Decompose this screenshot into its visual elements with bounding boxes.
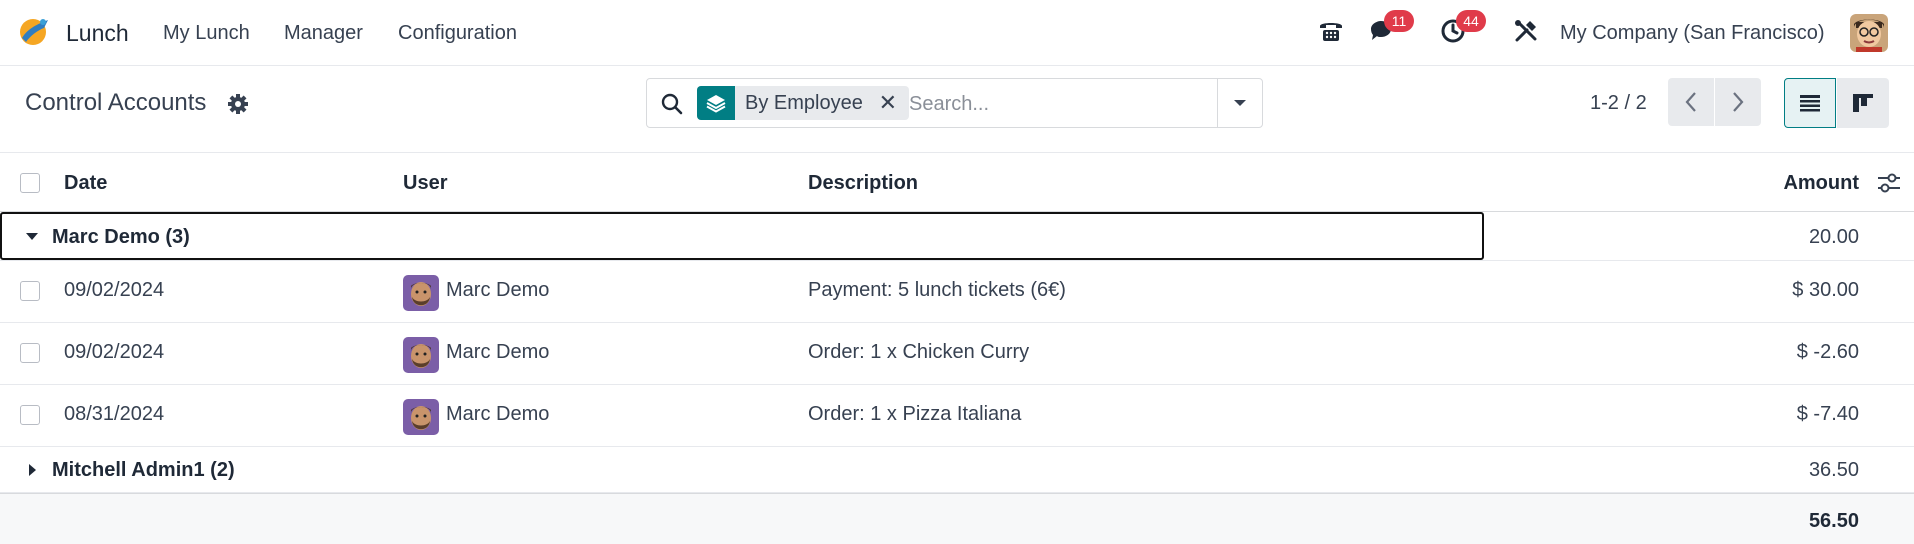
messages-badge: 11 <box>1384 10 1414 32</box>
group-total: 20.00 <box>1808 226 1859 248</box>
row-checkbox[interactable] <box>20 343 40 363</box>
chevron-left-icon <box>1685 92 1696 112</box>
group-label: Mitchell Admin1 (2) <box>52 459 235 481</box>
user-avatar <box>403 399 439 435</box>
menu-manager[interactable]: Manager <box>284 22 363 45</box>
app-name[interactable]: Lunch <box>66 20 129 47</box>
kanban-view-button[interactable] <box>1837 78 1889 128</box>
activities-badge: 44 <box>1456 10 1486 32</box>
cell-amount: $ -7.40 <box>1796 403 1859 425</box>
cell-date: 09/02/2024 <box>64 341 165 363</box>
gear-icon[interactable] <box>227 93 249 115</box>
table-row[interactable]: 08/31/2024 Marc Demo Order: 1 x Pizza It… <box>0 385 1914 447</box>
group-row-marc-demo[interactable]: Marc Demo (3) 20.00 <box>0 212 1914 261</box>
menu-configuration[interactable]: Configuration <box>398 22 517 45</box>
facet-label: By Employee <box>745 92 863 114</box>
kanban-view-icon <box>1853 94 1873 112</box>
table-row[interactable]: 09/02/2024 Marc Demo Payment: 5 lunch ti… <box>0 261 1914 323</box>
pager-next-button[interactable] <box>1715 78 1761 126</box>
cell-user: Marc Demo <box>446 279 550 301</box>
list-view-button[interactable] <box>1784 78 1836 128</box>
cell-date: 09/02/2024 <box>64 279 165 301</box>
cell-description: Order: 1 x Chicken Curry <box>808 341 1030 363</box>
search-bar: By Employee ✕ <box>646 78 1263 128</box>
group-label: Marc Demo (3) <box>52 226 190 248</box>
company-switcher[interactable]: My Company (San Francisco) <box>1560 22 1825 45</box>
pager-previous-button[interactable] <box>1668 78 1714 126</box>
cell-description: Payment: 5 lunch tickets (6€) <box>808 279 1066 301</box>
chevron-right-icon <box>1733 92 1744 112</box>
column-header-amount[interactable]: Amount <box>1783 172 1859 195</box>
list-header: Date User Description Amount <box>0 152 1914 212</box>
tools-icon[interactable] <box>1511 16 1541 46</box>
search-options-toggle[interactable] <box>1217 79 1262 127</box>
top-navbar: Lunch My Lunch Manager Configuration 11 … <box>0 0 1914 66</box>
caret-right-icon <box>29 464 36 476</box>
table-row[interactable]: 09/02/2024 Marc Demo Order: 1 x Chicken … <box>0 323 1914 385</box>
search-facet-group-by[interactable]: By Employee ✕ <box>697 86 909 120</box>
cell-user: Marc Demo <box>446 341 550 363</box>
clock-icon[interactable]: 44 <box>1438 10 1486 46</box>
column-header-date[interactable]: Date <box>64 172 107 195</box>
caret-down-icon <box>26 233 38 240</box>
cell-description: Order: 1 x Pizza Italiana <box>808 403 1022 425</box>
page-title: Control Accounts <box>25 89 207 116</box>
search-icon[interactable] <box>659 91 685 117</box>
list-footer: 56.50 <box>0 493 1914 544</box>
user-avatar <box>403 275 439 311</box>
optional-columns-toggle-icon[interactable] <box>1876 171 1902 195</box>
user-avatar <box>403 337 439 373</box>
close-icon[interactable]: ✕ <box>875 86 909 120</box>
column-header-description[interactable]: Description <box>808 172 918 195</box>
grand-total: 56.50 <box>1808 510 1859 532</box>
chat-icon[interactable]: 11 <box>1366 10 1414 46</box>
user-avatar[interactable] <box>1850 14 1888 52</box>
select-all-checkbox[interactable] <box>20 173 40 193</box>
search-input[interactable] <box>907 88 1211 120</box>
pager-value[interactable]: 1-2 / 2 <box>1590 92 1647 115</box>
cell-amount: $ 30.00 <box>1792 279 1859 301</box>
list-view-icon <box>1800 95 1820 112</box>
column-header-user[interactable]: User <box>403 172 447 195</box>
group-row-mitchell-admin[interactable]: Mitchell Admin1 (2) 36.50 <box>0 447 1914 493</box>
group-total: 36.50 <box>1808 459 1859 481</box>
layers-icon <box>697 86 735 120</box>
app-brand-icon[interactable] <box>16 14 50 48</box>
row-checkbox[interactable] <box>20 405 40 425</box>
cell-amount: $ -2.60 <box>1796 341 1859 363</box>
focus-outline <box>0 212 1484 260</box>
menu-my-lunch[interactable]: My Lunch <box>163 22 250 45</box>
cell-date: 08/31/2024 <box>64 403 165 425</box>
phone-icon[interactable] <box>1316 16 1346 46</box>
row-checkbox[interactable] <box>20 281 40 301</box>
cell-user: Marc Demo <box>446 403 550 425</box>
caret-down-icon <box>1234 100 1246 106</box>
